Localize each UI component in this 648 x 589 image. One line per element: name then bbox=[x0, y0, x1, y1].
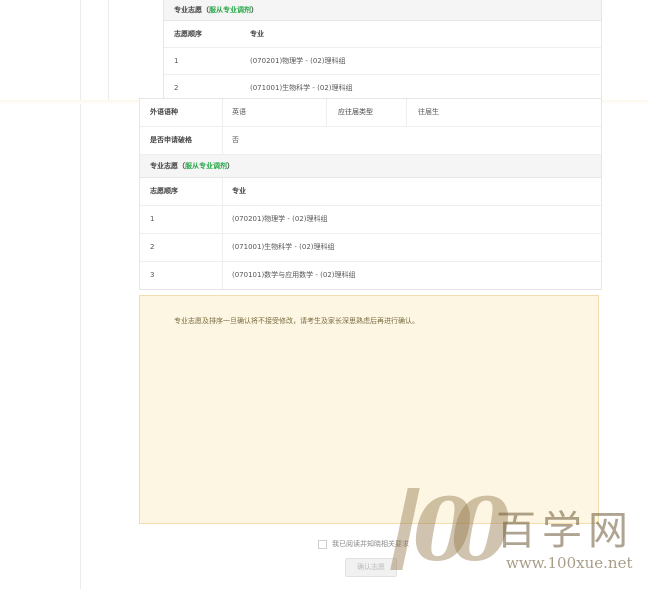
top-divider bbox=[108, 0, 109, 100]
ghost-col-major: 专业 bbox=[250, 30, 264, 38]
table-row: 3 (070101)数学与应用数学 - (02)理科组 bbox=[140, 262, 601, 289]
breaker-label: 是否申请破格 bbox=[150, 136, 192, 144]
notice-text: 专业志愿及排序一旦确认将不接受修改，请考生及家长深思熟虑后再进行确认。 bbox=[174, 317, 419, 325]
foreign-language-value: 英语 bbox=[232, 108, 246, 116]
watermark-url: www.100xue.net bbox=[506, 554, 633, 572]
ghost-col-order: 志愿顺序 bbox=[174, 30, 202, 38]
foreign-language-row: 外语语种 英语 应往届类型 往届生 bbox=[140, 99, 601, 127]
breaker-row: 是否申请破格 否 bbox=[140, 127, 601, 155]
table-row: 1 (070201)物理学 - (02)理科组 bbox=[164, 48, 601, 75]
notice-box: 专业志愿及排序一旦确认将不接受修改，请考生及家长深思熟虑后再进行确认。 bbox=[139, 295, 599, 524]
choices-table-header: 志愿顺序 专业 bbox=[140, 178, 601, 206]
table-row: 2 (071001)生物科学 - (02)理科组 bbox=[140, 234, 601, 262]
col-major: 专业 bbox=[232, 187, 246, 195]
ghost-choices-panel: 专业志愿（服从专业调剂） 志愿顺序 专业 1 (070201)物理学 - (02… bbox=[163, 0, 602, 101]
ghost-section-title: 专业志愿（服从专业调剂） bbox=[164, 0, 601, 21]
foreign-language-label: 外语语种 bbox=[150, 108, 178, 116]
ghost-section-label: 专业志愿 bbox=[174, 6, 202, 14]
choices-section-title: 专业志愿（服从专业调剂） bbox=[140, 155, 601, 178]
confirm-button[interactable]: 确认志愿 bbox=[345, 558, 397, 577]
grad-type-label: 应往届类型 bbox=[338, 108, 373, 116]
ghost-adjust-flag: 服从专业调剂 bbox=[209, 6, 251, 14]
choices-section-label: 专业志愿 bbox=[150, 162, 178, 170]
agree-checkbox[interactable] bbox=[318, 539, 327, 549]
agree-row[interactable]: 我已阅读并知晓相关要求 bbox=[318, 538, 409, 550]
table-row: 1 (070201)物理学 - (02)理科组 bbox=[140, 206, 601, 234]
application-info-table: 外语语种 英语 应往届类型 往届生 是否申请破格 否 专业志愿（服从专业调剂） … bbox=[139, 98, 602, 290]
breaker-value: 否 bbox=[232, 136, 239, 144]
grad-type-value: 往届生 bbox=[418, 108, 439, 116]
left-divider bbox=[80, 0, 81, 589]
col-order: 志愿顺序 bbox=[150, 187, 178, 195]
ghost-table-header: 志愿顺序 专业 bbox=[164, 21, 601, 48]
adjust-flag: 服从专业调剂 bbox=[185, 162, 227, 170]
agree-label[interactable]: 我已阅读并知晓相关要求 bbox=[332, 540, 409, 548]
